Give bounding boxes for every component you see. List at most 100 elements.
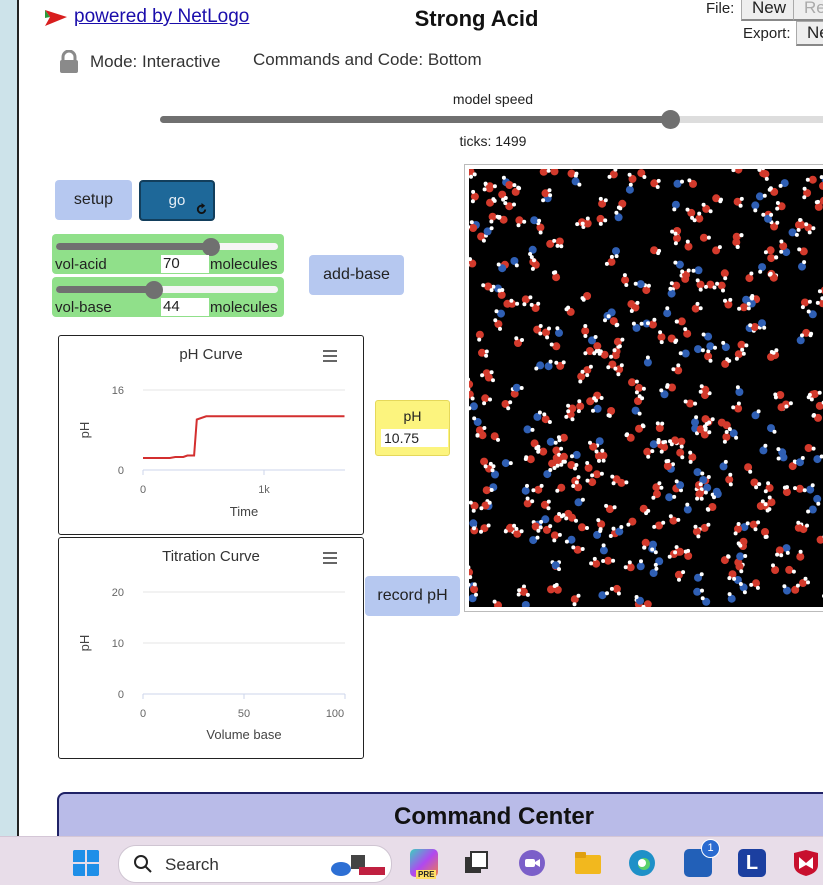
molecule-atom xyxy=(707,236,711,240)
molecule-atom xyxy=(779,184,783,188)
molecule-atom xyxy=(490,226,494,230)
vol-base-handle[interactable] xyxy=(145,281,163,299)
molecule-atom xyxy=(484,464,488,468)
taskbar-search[interactable]: Search xyxy=(118,845,392,883)
molecule-atom xyxy=(777,457,781,461)
molecule-atom xyxy=(767,254,775,262)
mode-toggle[interactable]: Mode: Interactive xyxy=(58,50,220,74)
molecule-atom xyxy=(658,333,666,341)
molecule-atom xyxy=(688,451,692,455)
molecule-atom xyxy=(660,422,664,426)
vol-acid-track[interactable] xyxy=(56,243,278,250)
vol-acid-handle[interactable] xyxy=(202,238,220,256)
molecule-atom xyxy=(786,551,790,555)
windows-start-icon[interactable] xyxy=(72,849,100,877)
molecule-atom xyxy=(796,553,804,561)
store-icon[interactable]: 1 xyxy=(684,849,712,877)
l-app-icon[interactable]: L xyxy=(738,849,766,877)
molecule-atom xyxy=(668,287,672,291)
molecule-atom xyxy=(703,484,711,492)
molecule-atom xyxy=(469,224,477,232)
video-call-icon[interactable] xyxy=(518,849,546,877)
add-base-button[interactable]: add-base xyxy=(309,255,404,295)
molecule-atom xyxy=(526,593,530,597)
molecule-atom xyxy=(686,240,690,244)
export-netlogo-button[interactable]: Ne xyxy=(796,21,823,46)
commands-code-position[interactable]: Commands and Code: Bottom xyxy=(253,50,482,70)
task-view-icon[interactable] xyxy=(462,849,490,877)
molecule-atom xyxy=(754,485,758,489)
titration-curve-plot: Titration Curve 20 10 0 0 50 100 Volume … xyxy=(58,537,364,759)
go-button[interactable]: go xyxy=(139,180,215,221)
molecule-atom xyxy=(739,569,743,573)
molecule-atom xyxy=(479,506,483,510)
molecule-atom xyxy=(770,350,774,354)
molecule-atom xyxy=(819,182,823,190)
world-view[interactable] xyxy=(469,169,823,607)
molecule-atom xyxy=(469,519,477,527)
molecule-atom xyxy=(608,175,612,179)
vol-base-slider[interactable]: vol-base 44 molecules xyxy=(52,277,284,317)
molecule-atom xyxy=(693,588,701,596)
molecule-atom xyxy=(592,396,596,400)
molecule-atom xyxy=(805,524,809,528)
molecule-atom xyxy=(771,563,775,567)
molecule-atom xyxy=(749,583,753,587)
lock-icon[interactable] xyxy=(58,50,80,74)
vol-base-track[interactable] xyxy=(56,286,278,293)
molecule-atom xyxy=(577,409,581,413)
molecule-atom xyxy=(604,504,608,508)
molecule-atom xyxy=(573,602,577,606)
speed-slider-handle[interactable] xyxy=(661,110,680,129)
molecule-atom xyxy=(628,560,632,564)
molecule-atom xyxy=(501,198,505,202)
molecule-atom xyxy=(489,213,497,221)
molecule-atom xyxy=(618,344,622,348)
file-revert-button[interactable]: Re xyxy=(793,0,823,21)
file-explorer-icon[interactable] xyxy=(574,849,602,877)
molecule-atom xyxy=(616,372,620,376)
molecule-atom xyxy=(508,400,512,404)
setup-button[interactable]: setup xyxy=(55,180,132,220)
molecule-atom xyxy=(539,448,547,456)
molecule-atom xyxy=(547,438,555,446)
molecule-atom xyxy=(621,276,629,284)
molecule-atom xyxy=(541,198,545,202)
molecule-atom xyxy=(550,343,554,347)
titration-ytick-20: 20 xyxy=(112,587,124,599)
file-new-button[interactable]: New xyxy=(741,0,797,21)
molecule-atom xyxy=(751,201,759,209)
molecule-atom xyxy=(597,459,601,463)
molecule-atom xyxy=(531,267,535,271)
vol-acid-value[interactable]: 70 xyxy=(161,255,209,273)
molecule-atom xyxy=(775,221,779,225)
molecule-atom xyxy=(728,473,732,477)
molecule-atom xyxy=(491,468,495,472)
vol-base-value[interactable]: 44 xyxy=(161,298,209,316)
molecule-atom xyxy=(545,335,549,339)
molecule-atom xyxy=(737,542,741,546)
mcafee-shield-icon[interactable] xyxy=(792,849,820,877)
record-ph-button[interactable]: record pH xyxy=(365,576,460,616)
molecule-atom xyxy=(734,169,742,174)
vol-acid-slider[interactable]: vol-acid 70 molecules xyxy=(52,234,284,274)
molecule-atom xyxy=(537,219,541,223)
molecule-atom xyxy=(634,282,638,286)
edge-browser-icon[interactable] xyxy=(628,849,656,877)
copilot-icon[interactable]: PRE xyxy=(410,849,438,877)
molecule-atom xyxy=(574,519,578,523)
molecule-atom xyxy=(555,329,563,337)
molecule-atom xyxy=(767,246,775,254)
molecule-atom xyxy=(661,521,665,525)
molecule-atom xyxy=(596,518,600,522)
molecule-atom xyxy=(609,355,613,359)
molecule-atom xyxy=(632,322,636,326)
molecule-atom xyxy=(640,396,644,400)
molecule-atom xyxy=(669,514,673,518)
molecule-atom xyxy=(479,431,487,439)
molecule-atom xyxy=(472,526,476,530)
molecule-atom xyxy=(808,230,812,234)
molecule-atom xyxy=(725,357,729,361)
speed-slider[interactable] xyxy=(160,116,823,123)
molecule-atom xyxy=(538,411,542,415)
